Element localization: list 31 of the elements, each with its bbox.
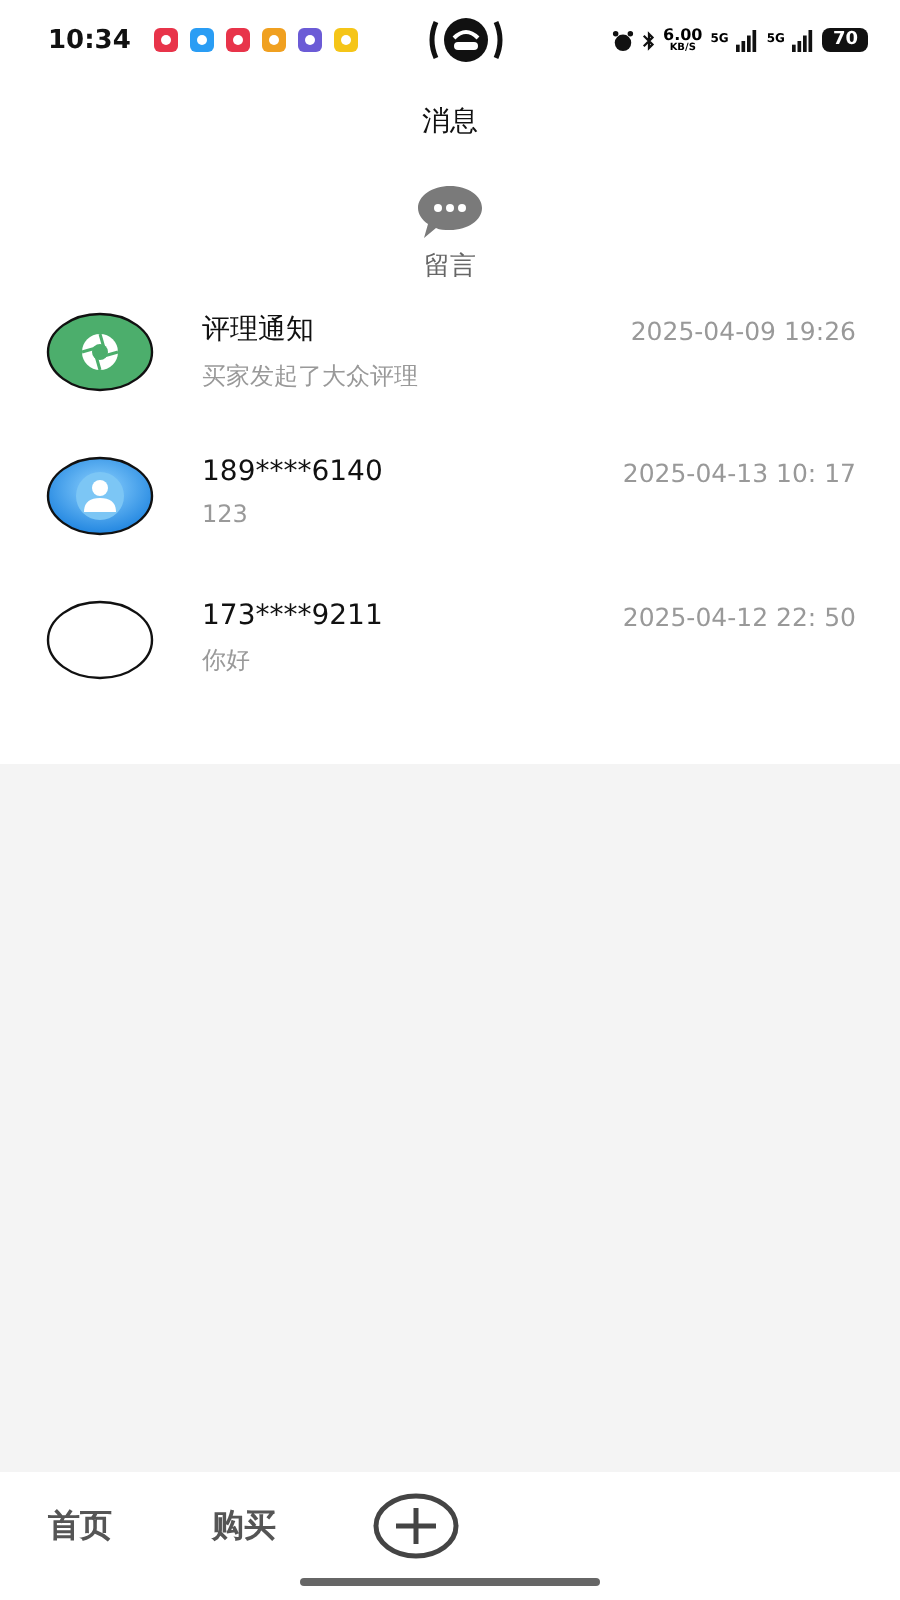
- message-preview: 买家发起了大众评理: [202, 360, 420, 394]
- battery-level: 70: [822, 28, 868, 52]
- app-notification-icon: [154, 28, 179, 52]
- chat-bubble-icon[interactable]: [416, 184, 484, 240]
- user-avatar-icon: [46, 456, 154, 536]
- message-time: 2025-04-13 10: 17: [622, 457, 856, 487]
- contact-name[interactable]: 189****6140: [202, 456, 383, 488]
- app-notification-icon: [190, 28, 215, 52]
- contact-name[interactable]: 评理通知: [202, 312, 314, 348]
- hotspot-icon: [426, 16, 507, 64]
- signal-icon: [736, 29, 759, 51]
- nav-tab[interactable]: 购买: [212, 1505, 276, 1547]
- message-preview: 123: [202, 500, 250, 528]
- status-time: 10:34: [48, 25, 131, 55]
- plus-icon[interactable]: [372, 1492, 460, 1560]
- message-time: 2025-04-09 19:26: [630, 315, 856, 345]
- app-notification-icon: [298, 28, 323, 52]
- app-notification-icon: [226, 28, 251, 52]
- message-time: 2025-04-12 22: 50: [622, 601, 856, 631]
- page-title: 消息: [420, 104, 480, 140]
- empty-avatar-icon: [46, 600, 154, 680]
- message-preview: 你好: [202, 644, 252, 678]
- app-notification-icon: [262, 28, 287, 52]
- network-speed: 6.00: [663, 27, 703, 43]
- signal-icon: [792, 29, 815, 51]
- app-notification-icon: [334, 28, 359, 52]
- leave-message-label[interactable]: 留言: [424, 248, 476, 284]
- contact-name[interactable]: 173****9211: [202, 600, 383, 632]
- nav-tab[interactable]: 首页: [48, 1505, 112, 1547]
- bluetooth-icon: [641, 29, 655, 51]
- shutter-avatar-icon: [46, 312, 154, 392]
